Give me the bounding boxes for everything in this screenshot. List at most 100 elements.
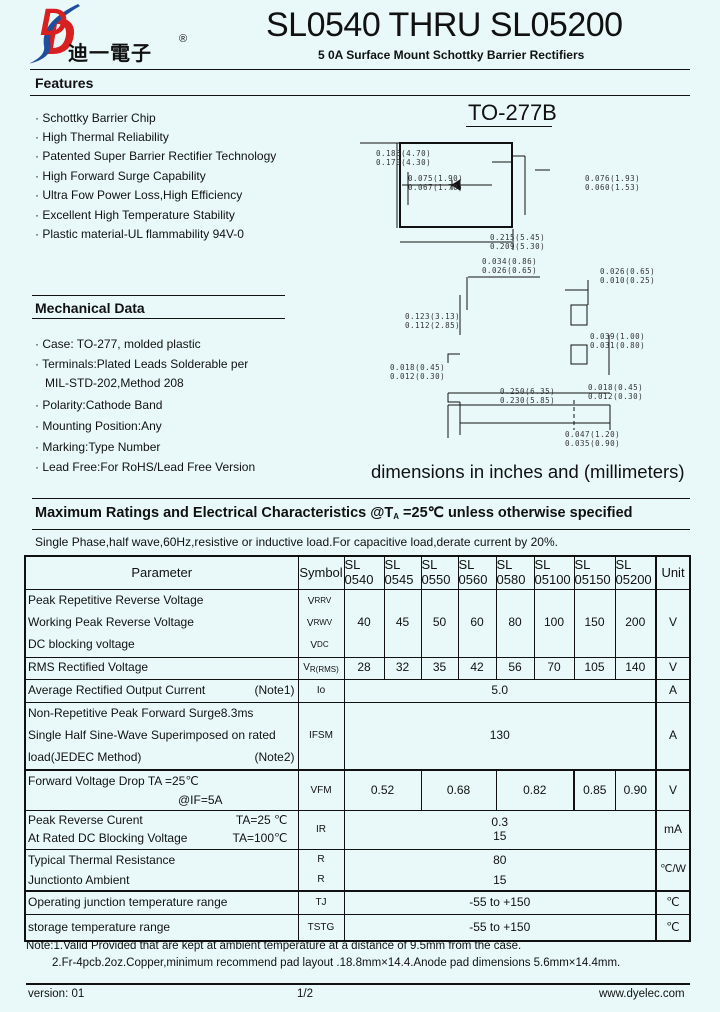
header-part: SL 0580 xyxy=(495,555,535,590)
param-cell: Non-Repetitive Peak Forward Surge8.3ms S… xyxy=(24,701,299,771)
unit-cell: V xyxy=(655,656,691,680)
header-part: SL 05200 xyxy=(614,555,657,590)
package-title-underline xyxy=(466,126,552,127)
value-cell: 150 xyxy=(573,588,616,658)
pad-rect xyxy=(570,344,588,365)
table-row-ifsm: Non-Repetitive Peak Forward Surge8.3ms S… xyxy=(24,701,691,771)
dimensions-caption: dimensions in inches and (millimeters) xyxy=(371,461,685,482)
feature-item: Ultra Fow Power Loss,High Efficiency xyxy=(35,188,242,202)
footer-divider xyxy=(26,983,690,985)
unit-cell: ℃ xyxy=(655,889,691,915)
dimension-label: 0.031(0.80) xyxy=(590,341,646,350)
mechanical-item: Case: TO-277, molded plastic xyxy=(35,337,200,351)
logo-letter: D xyxy=(40,2,68,44)
dimension-label: 0.012(0.30) xyxy=(390,372,446,381)
dimension-label: 0.075(1.90) xyxy=(408,174,464,183)
symbol-cell: IR xyxy=(297,809,345,850)
mechanical-heading: Mechanical Data xyxy=(35,300,145,316)
dimension-label: 0.060(1.53) xyxy=(585,183,641,192)
param-cell: Peak Repetitive Reverse Voltage Working … xyxy=(24,588,299,658)
value-cell: 70 xyxy=(533,656,575,680)
pad-rect xyxy=(570,304,588,326)
table-row-vf: Forward Voltage Drop TA =25℃ @IF=5A VFM … xyxy=(24,769,691,811)
dimension-label: 0.250(6.35) xyxy=(500,387,556,396)
logo-chinese-name: 迪一電子 xyxy=(68,43,152,65)
table-row-vrms: RMS Rectified Voltage VR(RMS) 28 32 35 4… xyxy=(24,656,691,680)
symbol-cell: VR(RMS) xyxy=(297,656,345,680)
header-symbol: Symbol xyxy=(297,555,345,590)
ratings-top-divider xyxy=(32,498,690,499)
header-part: SL 05100 xyxy=(533,555,575,590)
dimension-label: 0.067(1.70) xyxy=(408,183,464,192)
value-cell: 45 xyxy=(383,588,422,658)
mechanical-item: Lead Free:For RoHS/Lead Free Version xyxy=(35,460,255,474)
symbol-cell: TSTG xyxy=(297,914,345,941)
param-cell: Average Rectified Output Current (Note1) xyxy=(24,678,299,703)
dimension-label: 0.012(0.30) xyxy=(588,392,644,401)
note-1: Note:1.Valid Provided that are kept at a… xyxy=(26,940,522,952)
table-row-tj: Operating junction temperature range TJ … xyxy=(24,889,691,915)
value-cell: -55 to +150 xyxy=(343,889,657,915)
table-header-row: Parameter Symbol SL 0540 SL 0545 SL 0550 SL… xyxy=(24,555,691,590)
document-title: SL0540 THRU SL05200 xyxy=(266,6,623,44)
value-cell: 130 xyxy=(343,701,657,771)
unit-cell: A xyxy=(655,701,691,771)
value-cell: 0.3 15 xyxy=(343,809,657,850)
value-cell: 0.90 xyxy=(614,769,657,811)
value-cell: 140 xyxy=(614,656,657,680)
value-cell: 40 xyxy=(343,588,385,658)
footer-page-number: 1/2 xyxy=(297,988,313,1000)
dimension-label: 0.209(5.30) xyxy=(490,242,546,251)
header-part: SL 0545 xyxy=(383,555,422,590)
dimension-label: 0.230(5.85) xyxy=(500,396,556,405)
table-row-tstg: storage temperature range TSTG -55 to +1… xyxy=(24,914,691,941)
unit-cell: V xyxy=(655,588,691,658)
mechanical-item: Terminals:Plated Leads Solderable per xyxy=(35,357,248,371)
dimension-label: 0.035(0.90) xyxy=(565,439,621,448)
ratings-heading-text-end: =25℃ unless otherwise specified xyxy=(399,505,633,521)
ratings-conditions: Single Phase,half wave,60Hz,resistive or… xyxy=(35,535,558,549)
dimension-label: 0.018(0.45) xyxy=(588,383,644,392)
value-cell: 0.85 xyxy=(573,769,616,811)
value-cell: 0.52 xyxy=(343,769,422,811)
symbol-cell: IFSM xyxy=(297,701,345,771)
header-unit: Unit xyxy=(655,555,691,590)
dimension-label: 0.047(1.20) xyxy=(565,430,621,439)
dimension-label: 0.034(0.86) xyxy=(482,257,538,266)
dimension-label: 0.018(0.45) xyxy=(390,363,446,372)
param-text: Peak Repetitive Reverse Voltage xyxy=(28,593,204,608)
header-part: SL 0560 xyxy=(457,555,497,590)
param-cell: Typical Thermal Resistance Junctionto Am… xyxy=(24,848,299,891)
table-row-ir: Peak Reverse Curent TA=25 ℃ At Rated DC B… xyxy=(24,809,691,850)
value-cell: 5.0 xyxy=(343,678,657,703)
feature-item: High Forward Surge Capability xyxy=(35,169,205,183)
value-cell: 28 xyxy=(343,656,385,680)
mechanical-divider xyxy=(32,318,285,319)
registered-mark: ® xyxy=(179,33,188,45)
symbol-cell: V RRV V RWV V DC xyxy=(297,588,345,658)
value-cell: 100 xyxy=(533,588,575,658)
value-cell: 35 xyxy=(420,656,459,680)
note-2: 2.Fr-4pcb.2oz.Copper,minimum recommend p… xyxy=(52,957,621,969)
param-cell: storage temperature range xyxy=(24,914,299,941)
feature-item: Schottky Barrier Chip xyxy=(35,111,155,125)
value-cell: 0.82 xyxy=(495,769,575,811)
ratings-heading-text: Maximum Ratings and Electrical Character… xyxy=(35,505,394,521)
footer-website-link[interactable]: www.dyelec.com xyxy=(599,988,685,1000)
unit-cell: ℃ xyxy=(655,914,691,941)
symbol-cell: R R xyxy=(297,848,345,891)
value-cell: 105 xyxy=(573,656,616,680)
footer-version: version: 01 xyxy=(28,988,85,1000)
value-cell: 0.68 xyxy=(420,769,497,811)
header-divider xyxy=(30,69,690,70)
header-part: SL 0550 xyxy=(420,555,459,590)
value-cell: 50 xyxy=(420,588,459,658)
mechanical-item: Mounting Position:Any xyxy=(35,419,161,433)
dimension-label: 0.076(1.93) xyxy=(585,174,641,183)
feature-item: Patented Super Barrier Rectifier Technol… xyxy=(35,149,276,163)
value-cell: 60 xyxy=(457,588,497,658)
param-cell: Forward Voltage Drop TA =25℃ @IF=5A xyxy=(24,769,299,811)
dimension-label: 0.215(5.45) xyxy=(490,233,546,242)
dimension-label: 0.026(0.65) xyxy=(600,267,656,276)
symbol-cell: TJ xyxy=(297,889,345,915)
